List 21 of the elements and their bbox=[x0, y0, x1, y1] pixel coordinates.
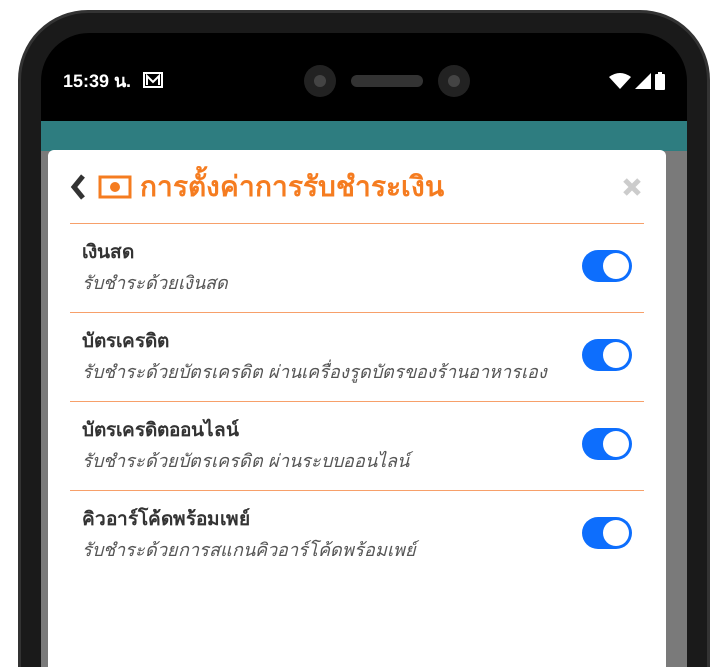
wifi-icon bbox=[608, 73, 631, 89]
payment-method-description: รับชำระด้วยบัตรเครดิต ผ่านเครื่องรูดบัตรของร้านอาหารเอง bbox=[82, 357, 552, 387]
camera-icon bbox=[303, 64, 338, 98]
payment-method-description: รับชำระด้วยเงินสด bbox=[82, 272, 229, 295]
payment-method-name: คิวอาร์โค้ดพร้อมเพย์ bbox=[82, 506, 251, 532]
status-time: 15:39 น. bbox=[63, 70, 132, 92]
camera-icon bbox=[437, 64, 472, 98]
signal-icon bbox=[634, 73, 651, 89]
payment-method-name: เงินสด bbox=[82, 241, 135, 265]
toggle-switch[interactable] bbox=[582, 428, 632, 460]
mail-icon bbox=[143, 72, 166, 90]
payment-method-description: รับชำระด้วยการสแกนคิวอาร์โค้ดพร้อมเพย์ bbox=[82, 535, 552, 565]
payment-method-description: รับชำระด้วยบัตรเครดิต ผ่านระบบออนไลน์ bbox=[82, 446, 552, 476]
banknote-icon bbox=[98, 174, 132, 198]
toggle-switch[interactable] bbox=[582, 339, 632, 371]
dialog-title: การตั้งค่าการรับชำระเงิน bbox=[140, 166, 444, 208]
battery-icon bbox=[654, 72, 665, 90]
toggle-switch[interactable] bbox=[582, 517, 632, 549]
toggle-switch[interactable] bbox=[582, 250, 632, 282]
payment-method-name: บัตรเครดิต bbox=[82, 330, 170, 354]
payment-method-name: บัตรเครดิตออนไลน์ bbox=[82, 418, 240, 443]
